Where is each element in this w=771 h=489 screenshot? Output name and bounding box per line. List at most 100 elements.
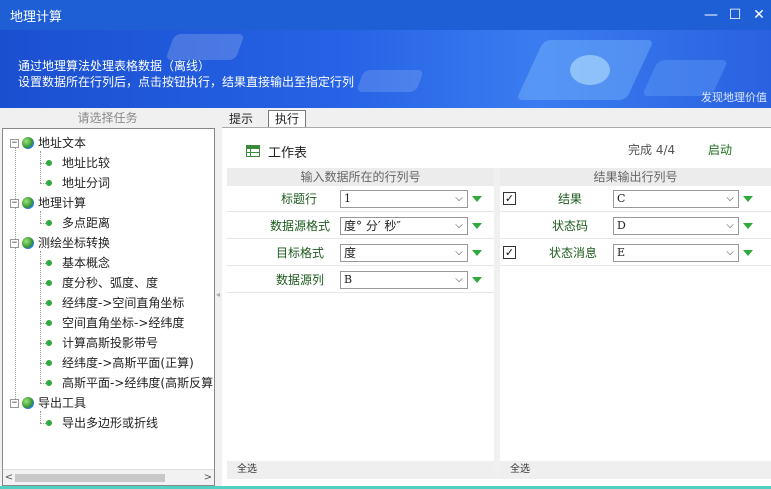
tree-item-label: 高斯平面->经纬度(高斯反算 [62,376,214,390]
tree-item-label: 基本概念 [62,256,111,270]
field-label: 目标格式 [275,246,324,260]
task-panel-header: 请选择任务 [77,111,138,125]
tree-item-label: 地址比较 [62,156,111,170]
green-dropdown-icon[interactable] [743,250,753,256]
result-column-select[interactable]: C ⌵ [613,190,739,208]
chevron-down-icon[interactable]: ⌵ [451,245,467,261]
select-value: 度 [344,246,357,260]
green-dropdown-icon[interactable] [472,250,482,256]
result-checkbox[interactable]: ✓ [503,192,516,205]
output-select-all[interactable]: 全选 [500,461,771,479]
target-format-select[interactable]: 度 ⌵ [340,244,468,262]
banner-line-1: 通过地理算法处理表格数据（离线） [18,59,211,73]
tree-item-export-polygon[interactable]: 导出多边形或折线 [46,413,158,433]
tree-item-xyz-to-latlon[interactable]: 空间直角坐标->经纬度 [46,313,184,333]
banner-decoration [570,55,610,85]
bullet-icon [46,260,52,266]
bullet-icon [46,340,52,346]
select-value: 1 [344,192,351,205]
tree-group-geo-calc[interactable]: − 地理计算 [10,193,86,213]
tree-item-gauss-inverse[interactable]: 高斯平面->经纬度(高斯反算 [46,373,213,393]
input-select-all[interactable]: 全选 [227,461,494,479]
select-value: E [617,246,626,259]
tree-connector [40,151,41,183]
field-label: 标题行 [280,192,317,206]
tree-item-latlon-to-xyz[interactable]: 经纬度->空间直角坐标 [46,293,184,313]
tree-group-label: 地址文本 [38,136,87,150]
chevron-down-icon[interactable]: ⌵ [722,191,738,207]
tree-group-label: 导出工具 [38,396,87,410]
green-dropdown-icon[interactable] [743,196,753,202]
tree-item-gauss-forward[interactable]: 经纬度->高斯平面(正算) [46,353,194,373]
minimize-button[interactable]: — [699,0,723,30]
tree-item-label: 计算高斯投影带号 [62,336,159,350]
bullet-icon [46,300,52,306]
globe-icon [22,137,34,149]
tree-item-gauss-zone[interactable]: 计算高斯投影带号 [46,333,158,353]
green-dropdown-icon[interactable] [472,277,482,283]
tree-item-address-segment[interactable]: 地址分词 [46,173,110,193]
tree-group-coord-convert[interactable]: − 测绘坐标转换 [10,233,110,253]
scroll-left-icon[interactable]: < [3,470,15,485]
banner-decoration [355,70,425,92]
collapse-toggle[interactable]: − [10,198,19,208]
field-label: 数据源列 [275,273,324,287]
tab-execute[interactable]: 执行 [268,110,307,128]
chevron-down-icon[interactable]: ⌵ [722,218,738,234]
input-section-header: 输入数据所在的行列号 [227,168,494,186]
tree-item-label: 度分秒、弧度、度 [62,276,159,290]
select-value: D [617,219,626,232]
status-message-column-select[interactable]: E ⌵ [613,244,739,262]
tab-tips[interactable]: 提示 [222,110,260,128]
chevron-down-icon[interactable]: ⌵ [451,191,467,207]
tree-item-label: 经纬度->高斯平面(正算) [62,356,194,370]
bullet-icon [46,320,52,326]
tree-item-address-compare[interactable]: 地址比较 [46,153,110,173]
scroll-thumb[interactable] [15,474,165,482]
tree-connector [15,147,16,403]
bullet-icon [46,420,52,426]
tree-item-label: 地址分词 [62,176,111,190]
bullet-icon [46,280,52,286]
chevron-down-icon[interactable]: ⌵ [722,245,738,261]
collapse-toggle[interactable]: − [10,138,19,148]
output-form: 结果 ✓ C ⌵ 状态码 D ⌵ 状态消息 ✓ E ⌵ [500,186,771,461]
tree-item-multi-point-distance[interactable]: 多点距离 [46,213,110,233]
tree-item-basic-concepts[interactable]: 基本概念 [46,253,110,273]
horizontal-scrollbar[interactable]: < > [3,469,214,485]
source-format-select[interactable]: 度° 分′ 秒″ ⌵ [340,217,468,235]
select-value: C [617,192,626,205]
tree-group-label: 测绘坐标转换 [38,236,111,250]
bullet-icon [46,380,52,386]
green-dropdown-icon[interactable] [743,223,753,229]
tree-item-label: 空间直角坐标->经纬度 [62,316,185,330]
tree-item-label: 多点距离 [62,216,111,230]
task-tree: − 地址文本 地址比较 地址分词 − 地理计算 多点距离 − 测绘坐标转换 基本… [2,128,215,486]
chevron-down-icon[interactable]: ⌵ [451,272,467,288]
collapse-toggle[interactable]: − [10,398,19,408]
table-icon [246,145,260,157]
tree-group-export-tools[interactable]: − 导出工具 [10,393,86,413]
discover-value-link[interactable]: 发现地理价值 [701,89,767,105]
output-section-header: 结果输出行列号 [500,168,771,186]
green-dropdown-icon[interactable] [472,196,482,202]
source-column-select[interactable]: B ⌵ [340,271,468,289]
tree-item-dms-radian-degree[interactable]: 度分秒、弧度、度 [46,273,158,293]
status-code-column-select[interactable]: D ⌵ [613,217,739,235]
tree-group-address-text[interactable]: − 地址文本 [10,133,86,153]
chevron-down-icon[interactable]: ⌵ [451,218,467,234]
collapse-toggle[interactable]: − [10,238,19,248]
status-message-checkbox[interactable]: ✓ [503,246,516,259]
field-label: 数据源格式 [269,219,330,233]
maximize-button[interactable]: ☐ [723,0,747,30]
start-button[interactable]: 启动 [708,141,732,158]
title-bar: 地理计算 — ☐ ✕ [0,0,771,30]
title-row-select[interactable]: 1 ⌵ [340,190,468,208]
tree-item-label: 导出多边形或折线 [62,416,159,430]
green-dropdown-icon[interactable] [472,223,482,229]
globe-icon [22,397,34,409]
window-title: 地理计算 [10,9,63,25]
close-button[interactable]: ✕ [747,0,771,30]
scroll-right-icon[interactable]: > [202,470,214,485]
bullet-icon [46,160,52,166]
